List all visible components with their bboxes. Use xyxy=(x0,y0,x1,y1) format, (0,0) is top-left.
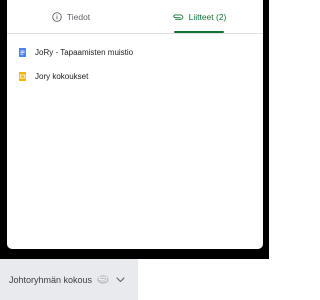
docs-icon xyxy=(19,47,26,57)
slides-icon xyxy=(19,71,26,81)
list-item[interactable]: Jory kokoukset xyxy=(7,64,263,88)
background xyxy=(138,259,269,300)
tab-attachments-label: Liitteet (2) xyxy=(188,11,227,22)
event-details-panel: Tiedot Liitteet (2) JoRy - Tapaamisten m… xyxy=(7,0,263,249)
dialog-backdrop: Tiedot Liitteet (2) JoRy - Tapaamisten m… xyxy=(0,0,269,259)
attachment-title: Jory kokoukset xyxy=(35,71,89,81)
attachment-icon xyxy=(97,275,109,284)
attachment-icon xyxy=(172,13,184,21)
chevron-down-icon[interactable] xyxy=(116,276,125,283)
tab-bar: Tiedot Liitteet (2) xyxy=(7,0,263,34)
event-chip[interactable]: Johtoryhmän kokous xyxy=(0,259,138,300)
tab-details[interactable]: Tiedot xyxy=(7,0,135,33)
attachment-title: JoRy - Tapaamisten muistio xyxy=(35,47,134,57)
attachment-list: JoRy - Tapaamisten muistio Jory kokoukse… xyxy=(7,34,263,88)
tab-details-label: Tiedot xyxy=(66,11,91,22)
active-tab-indicator xyxy=(174,31,224,33)
event-title: Johtoryhmän kokous xyxy=(9,274,93,285)
list-item[interactable]: JoRy - Tapaamisten muistio xyxy=(7,40,263,64)
info-icon xyxy=(52,11,62,22)
tab-attachments[interactable]: Liitteet (2) xyxy=(135,0,263,33)
